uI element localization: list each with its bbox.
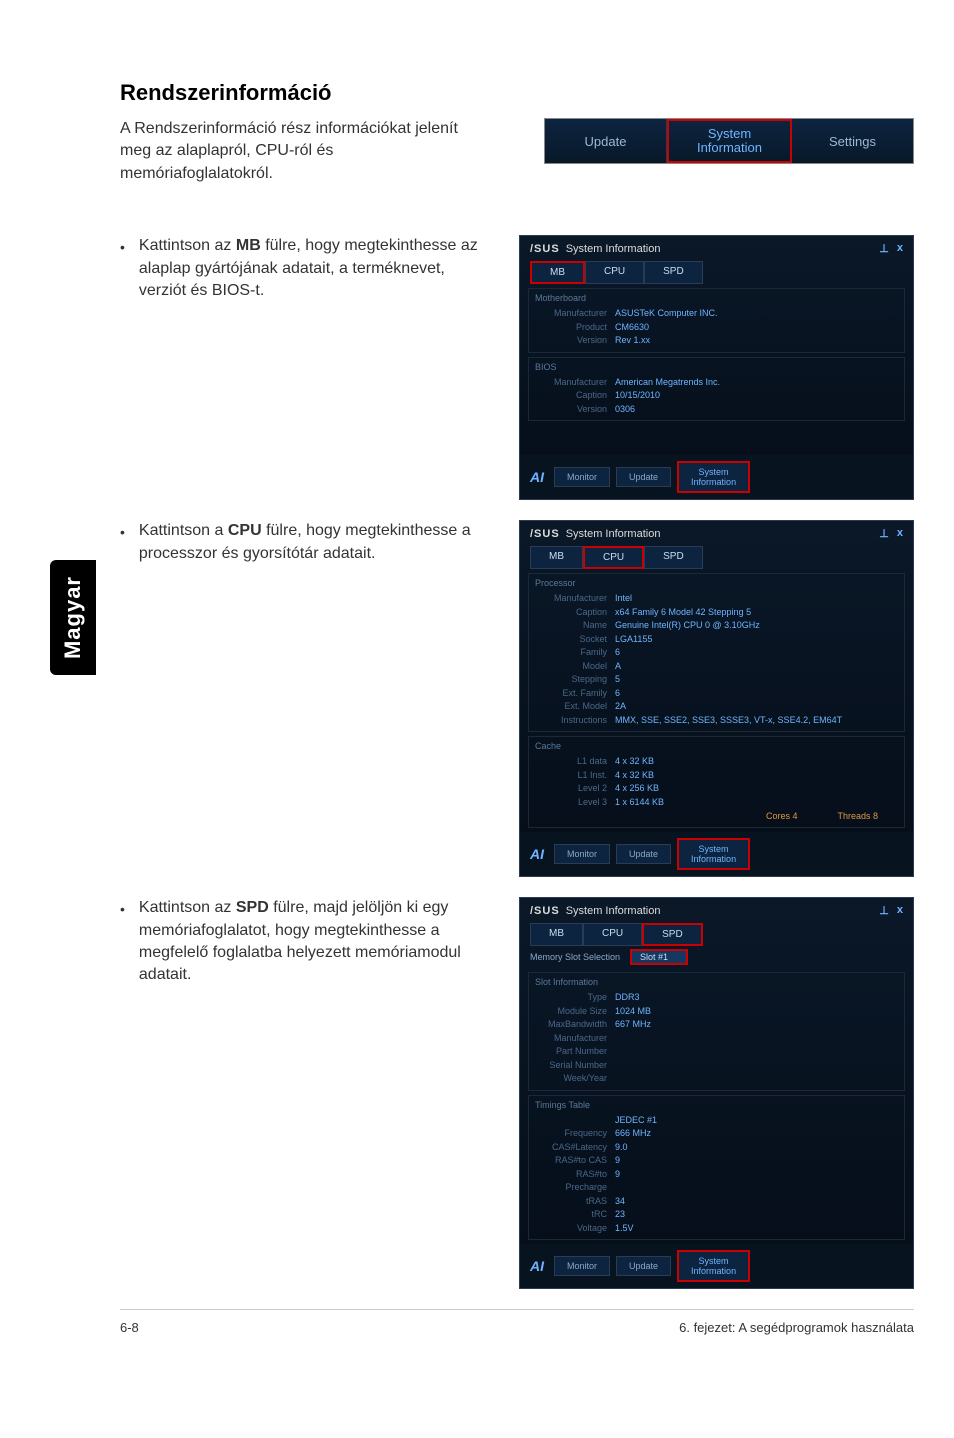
tab-cpu[interactable]: CPU xyxy=(583,546,644,569)
footer-update-button[interactable]: Update xyxy=(616,844,671,864)
mb-bullet-text: Kattintson az MB fülre, hogy megtekinthe… xyxy=(139,235,480,302)
cpu-panel: /SUS System Information ⊥ x MB CPU SPD xyxy=(519,520,914,877)
cores-count: Cores 4 xyxy=(766,811,798,821)
bullet-marker: • xyxy=(120,897,125,987)
spd-bullet-text: Kattintson az SPD fülre, majd jelöljön k… xyxy=(139,897,480,987)
intro-text: A Rendszerinformáció rész információkat … xyxy=(120,118,470,185)
footer-monitor-button[interactable]: Monitor xyxy=(554,467,610,487)
section-timings: Timings Table xyxy=(535,1100,898,1110)
nav-strip: Update System Information Settings xyxy=(544,118,914,164)
ai-icon: AI xyxy=(530,846,544,862)
asus-logo: /SUS xyxy=(530,243,560,255)
tab-mb[interactable]: MB xyxy=(530,923,583,946)
tab-spd[interactable]: SPD xyxy=(644,261,703,284)
nav-sysinfo-button[interactable]: System Information xyxy=(667,119,792,163)
nav-update-button[interactable]: Update xyxy=(545,119,667,163)
asus-logo: /SUS xyxy=(530,528,560,540)
asus-logo: /SUS xyxy=(530,905,560,917)
nav-settings-button[interactable]: Settings xyxy=(792,119,913,163)
bullet-marker: • xyxy=(120,235,125,302)
pin-icon[interactable]: ⊥ xyxy=(879,904,889,917)
section-slotinfo: Slot Information xyxy=(535,977,898,987)
section-bios: BIOS xyxy=(535,362,898,372)
page-title: Rendszerinformáció xyxy=(120,80,914,106)
tab-spd[interactable]: SPD xyxy=(642,923,703,946)
footer-sysinfo-button[interactable]: System Information xyxy=(677,1250,750,1282)
tab-spd[interactable]: SPD xyxy=(644,546,703,569)
close-icon[interactable]: x xyxy=(897,242,903,255)
footer-update-button[interactable]: Update xyxy=(616,1256,671,1276)
page-number: 6-8 xyxy=(120,1320,139,1335)
footer-sysinfo-button[interactable]: System Information xyxy=(677,461,750,493)
tab-mb[interactable]: MB xyxy=(530,546,583,569)
close-icon[interactable]: x xyxy=(897,904,903,917)
slot-select-dropdown[interactable]: Slot #1 xyxy=(630,949,688,965)
ai-icon: AI xyxy=(530,469,544,485)
tab-cpu[interactable]: CPU xyxy=(583,923,642,946)
footer-monitor-button[interactable]: Monitor xyxy=(554,1256,610,1276)
panel-title: System Information xyxy=(566,905,661,917)
ai-icon: AI xyxy=(530,1258,544,1274)
section-motherboard: Motherboard xyxy=(535,293,898,303)
mb-panel: /SUS System Information ⊥ x MB CPU SPD xyxy=(519,235,914,500)
pin-icon[interactable]: ⊥ xyxy=(879,242,889,255)
tab-mb[interactable]: MB xyxy=(530,261,585,284)
chapter-label: 6. fejezet: A segédprogramok használata xyxy=(679,1320,914,1335)
section-processor: Processor xyxy=(535,578,898,588)
language-side-tab: Magyar xyxy=(50,560,96,675)
cpu-bullet-text: Kattintson a CPU fülre, hogy megtekinthe… xyxy=(139,520,480,565)
close-icon[interactable]: x xyxy=(897,527,903,540)
threads-count: Threads 8 xyxy=(837,811,878,821)
pin-icon[interactable]: ⊥ xyxy=(879,527,889,540)
footer-update-button[interactable]: Update xyxy=(616,467,671,487)
tab-cpu[interactable]: CPU xyxy=(585,261,644,284)
footer-sysinfo-button[interactable]: System Information xyxy=(677,838,750,870)
section-cache: Cache xyxy=(535,741,898,751)
bullet-marker: • xyxy=(120,520,125,565)
spd-panel: /SUS System Information ⊥ x MB CPU SPD xyxy=(519,897,914,1289)
panel-title: System Information xyxy=(566,528,661,540)
footer-monitor-button[interactable]: Monitor xyxy=(554,844,610,864)
slot-select-label: Memory Slot Selection xyxy=(530,952,620,962)
panel-title: System Information xyxy=(566,243,661,255)
